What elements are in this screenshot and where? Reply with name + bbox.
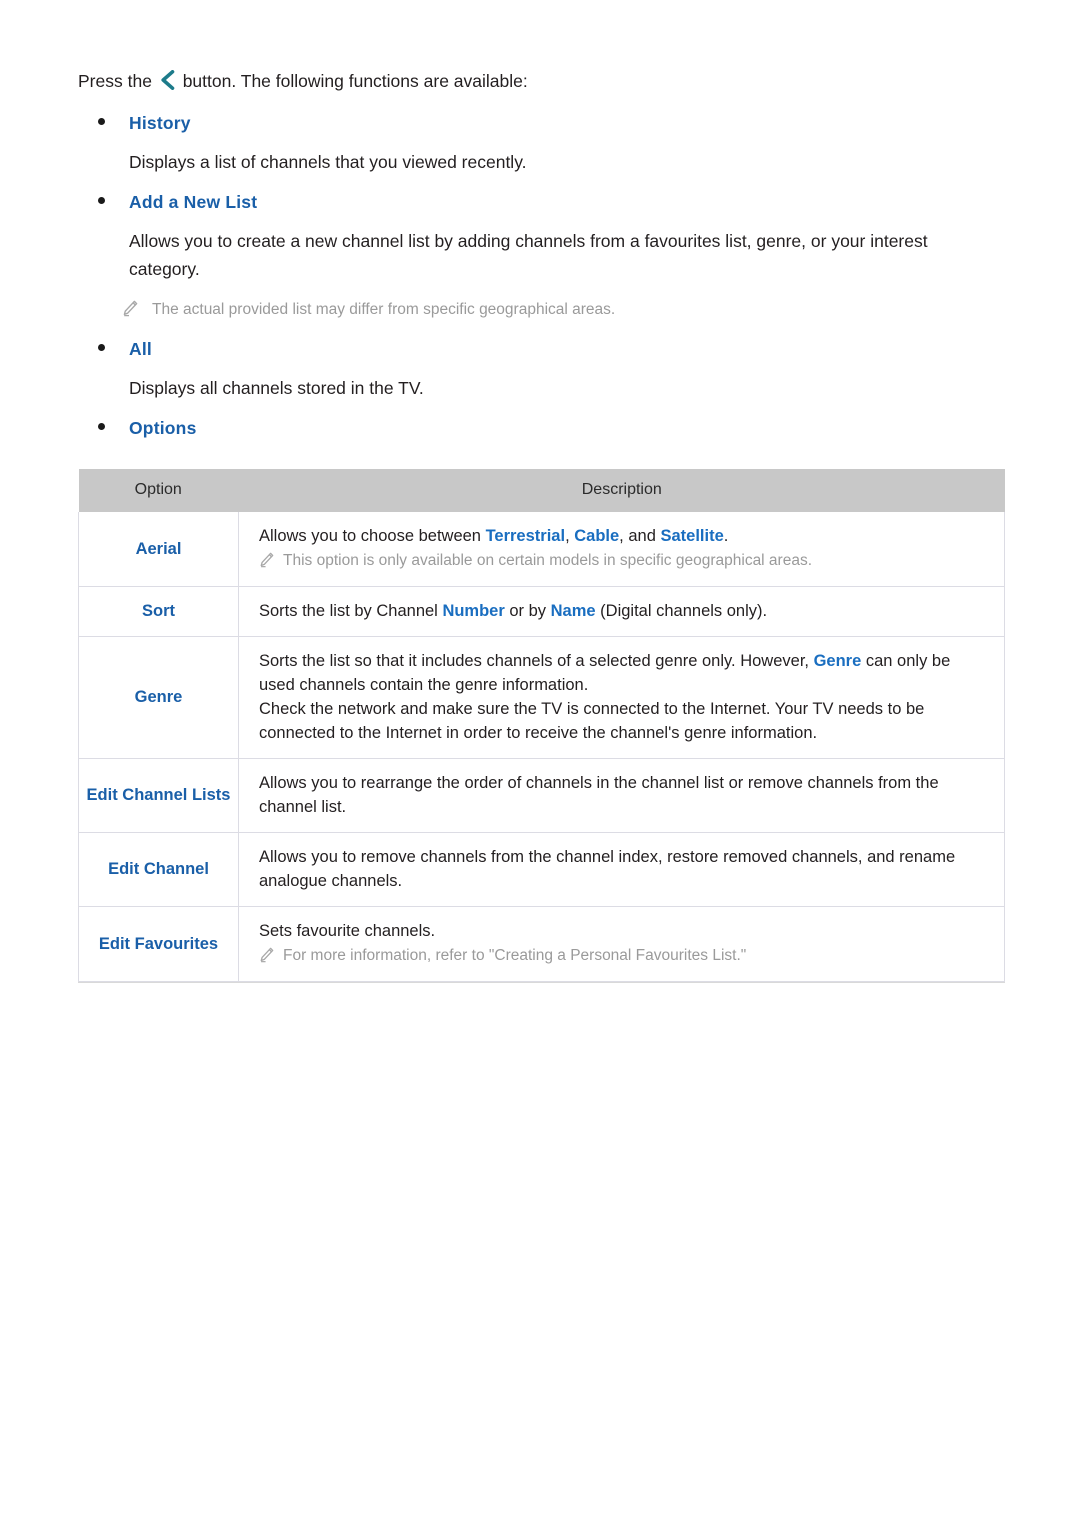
table-row: Edit Channel Lists Allows you to rearrang… (78, 758, 1005, 833)
description-line: Allows you to choose between Terrestrial… (259, 527, 729, 545)
section-add-a-new-list: Add a New List (78, 192, 1002, 213)
bullet-dot-icon (98, 197, 105, 204)
section-label-add-a-new-list: Add a New List (129, 192, 258, 212)
section-history: History (78, 113, 1002, 134)
option-description-cell: Sets favourite channels. For more informa… (238, 906, 1005, 982)
description-line: Sorts the list by Channel Number or by N… (259, 602, 768, 620)
cell-note: This option is only available on certain… (259, 550, 988, 573)
table-row: Edit Channel Allows you to remove channel… (78, 832, 1005, 907)
table-row: Aerial Allows you to choose between Terre… (78, 512, 1005, 587)
pencil-icon (122, 300, 138, 324)
option-description-cell: Allows you to remove channels from the c… (238, 832, 1005, 907)
keyword: Terrestrial (485, 527, 566, 545)
section-label-options: Options (129, 418, 197, 438)
description-line: Allows you to rearrange the order of cha… (259, 774, 939, 816)
column-header-option: Option (78, 469, 239, 512)
section-body-add-a-new-list: Allows you to create a new channel list … (129, 231, 928, 279)
document-page: Press the button. The following function… (0, 0, 1080, 1527)
description-line: Check the network and make sure the TV i… (259, 700, 925, 742)
table-row: Edit Favourites Sets favourite channels. F… (78, 906, 1005, 982)
table-row: Genre Sorts the list so that it includes … (78, 636, 1005, 759)
option-description-cell: Allows you to rearrange the order of cha… (238, 758, 1005, 833)
column-header-description: Description (238, 469, 1005, 512)
keyword: Cable (574, 527, 620, 545)
options-table: Option Description Aerial Allows you to c… (78, 469, 1005, 982)
option-description-cell: Sorts the list so that it includes chann… (238, 636, 1005, 759)
section-label-all: All (129, 339, 152, 359)
option-name-cell: Aerial (78, 512, 239, 587)
bullet-dot-icon (98, 344, 105, 351)
bullet-dot-icon (98, 423, 105, 430)
keyword: Number (442, 602, 505, 620)
intro-before-text: Press the (78, 71, 152, 91)
table-row: Sort Sorts the list by Channel Number or … (78, 586, 1005, 637)
option-name-cell: Genre (78, 636, 239, 759)
option-name-cell: Sort (78, 586, 239, 637)
section-label-history: History (129, 113, 191, 133)
note-text: The actual provided list may differ from… (152, 301, 616, 318)
keyword: Satellite (660, 527, 724, 545)
table-header-row: Option Description (78, 469, 1005, 512)
pencil-icon (259, 947, 274, 970)
description-line: Sorts the list so that it includes chann… (259, 652, 951, 694)
description-line: Sets favourite channels. (259, 922, 436, 940)
cell-note-text: For more information, refer to "Creating… (283, 947, 747, 964)
note-add-a-new-list: The actual provided list may differ from… (122, 299, 1002, 323)
option-name-cell: Edit Channel Lists (78, 758, 239, 833)
pencil-icon (259, 552, 274, 575)
intro-paragraph: Press the button. The following function… (78, 68, 1002, 97)
option-description-cell: Allows you to choose between Terrestrial… (238, 512, 1005, 587)
section-all: All (78, 339, 1002, 360)
description-line: Allows you to remove channels from the c… (259, 848, 956, 890)
intro-after-text: button. The following functions are avai… (182, 71, 528, 91)
section-body-history: Displays a list of channels that you vie… (129, 152, 527, 172)
option-description-cell: Sorts the list by Channel Number or by N… (238, 586, 1005, 637)
section-options: Options (78, 418, 1002, 439)
bullet-dot-icon (98, 118, 105, 125)
left-chevron-button-icon (160, 70, 175, 97)
option-name-cell: Edit Favourites (78, 906, 239, 982)
cell-note-text: This option is only available on certain… (283, 552, 813, 569)
keyword: Genre (813, 652, 862, 670)
section-body-all: Displays all channels stored in the TV. (129, 378, 424, 398)
cell-note: For more information, refer to "Creating… (259, 945, 988, 968)
keyword: Name (550, 602, 596, 620)
option-name-cell: Edit Channel (78, 832, 239, 907)
